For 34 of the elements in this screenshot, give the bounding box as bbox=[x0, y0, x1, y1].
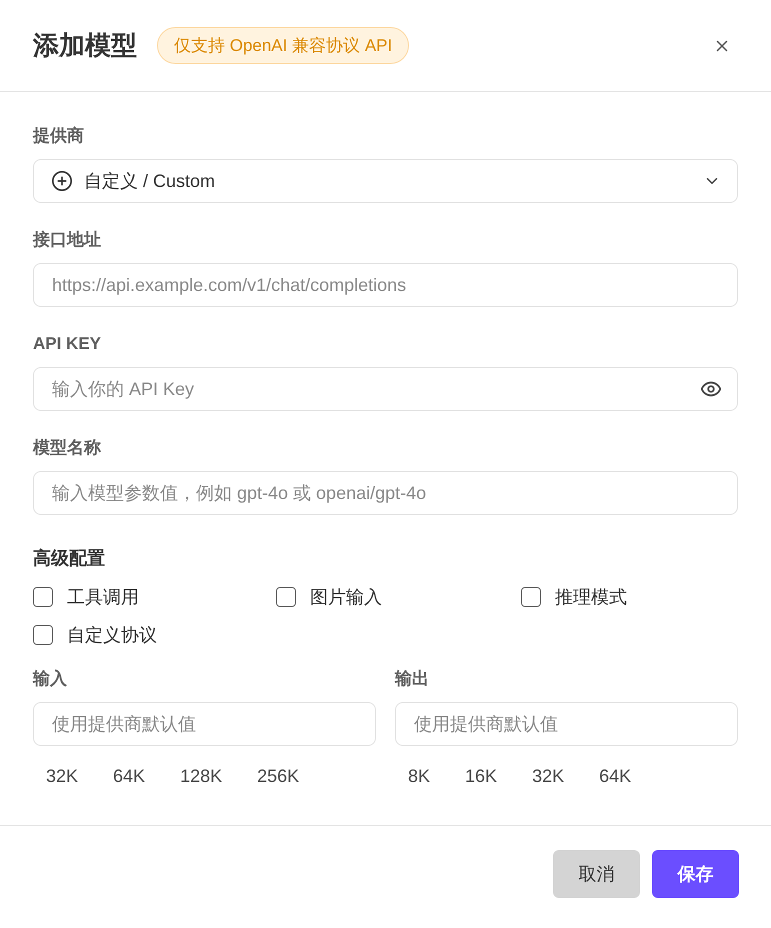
checkbox[interactable] bbox=[276, 587, 296, 607]
context-size-option[interactable]: 16K bbox=[465, 764, 498, 788]
context-size-option[interactable]: 256K bbox=[257, 764, 300, 788]
option-label: 推理模式 bbox=[555, 586, 627, 609]
option-label: 工具调用 bbox=[67, 586, 139, 609]
checkbox[interactable] bbox=[33, 587, 53, 607]
field-label: 提供商 bbox=[33, 125, 84, 147]
field-label: 接口地址 bbox=[33, 229, 101, 251]
context-size-option[interactable]: 8K bbox=[408, 764, 430, 788]
field-label: 输出 bbox=[395, 668, 429, 690]
context-size-option[interactable]: 32K bbox=[532, 764, 564, 788]
context-size-option[interactable]: 32K bbox=[46, 764, 78, 788]
field-label: API KEY bbox=[33, 333, 102, 355]
api-key-field[interactable]: 输入你的 API Key bbox=[33, 367, 738, 411]
provider-select[interactable]: 自定义 / Custom bbox=[33, 159, 738, 203]
notice-badge: 仅支持 OpenAI 兼容协议 API bbox=[157, 27, 410, 64]
checkbox[interactable] bbox=[521, 587, 541, 607]
context-size-option[interactable]: 64K bbox=[599, 764, 632, 788]
save-button[interactable]: 保存 bbox=[652, 850, 739, 898]
input-field[interactable]: https://api.example.com/v1/chat/completions bbox=[33, 263, 738, 307]
context-size-option[interactable]: 64K bbox=[113, 764, 146, 788]
option-label: 图片输入 bbox=[310, 586, 382, 609]
input-field[interactable]: 使用提供商默认值 bbox=[33, 702, 376, 746]
input-field[interactable]: 输入模型参数值，例如 gpt-4o 或 openai/gpt-4o bbox=[33, 471, 738, 515]
cancel-button[interactable]: 取消 bbox=[553, 850, 640, 898]
dialog-title: 添加模型 bbox=[33, 29, 137, 62]
input-field[interactable]: 使用提供商默认值 bbox=[395, 702, 738, 746]
option-label: 自定义协议 bbox=[67, 624, 157, 647]
checkbox[interactable] bbox=[33, 625, 53, 645]
context-size-option[interactable]: 128K bbox=[180, 764, 222, 788]
plus-circle-icon bbox=[51, 170, 73, 192]
section-title: 高级配置 bbox=[33, 547, 105, 570]
field-label: 模型名称 bbox=[33, 437, 101, 459]
field-label: 输入 bbox=[33, 668, 67, 690]
